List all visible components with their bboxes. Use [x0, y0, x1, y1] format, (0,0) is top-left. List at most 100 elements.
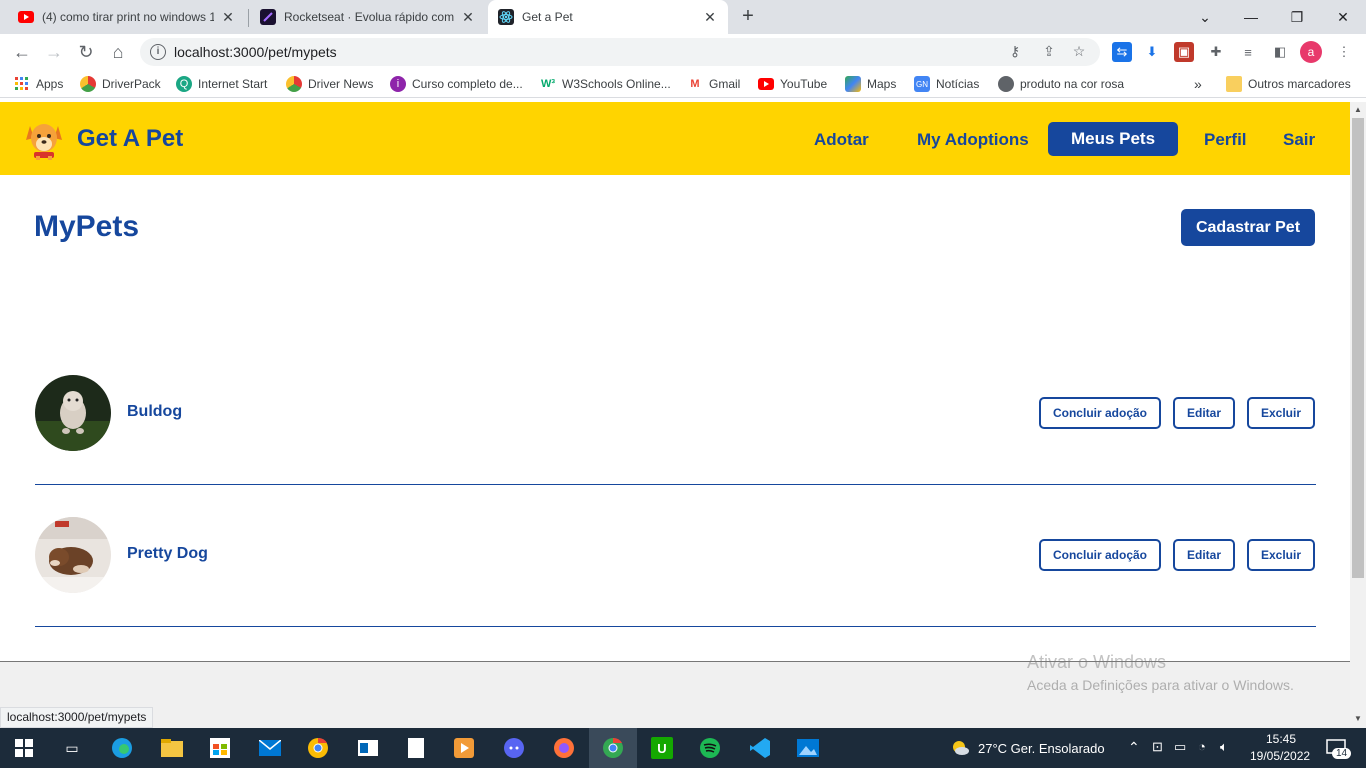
- edge-icon[interactable]: [108, 734, 136, 762]
- restore-icon[interactable]: ❐: [1286, 6, 1308, 28]
- home-icon[interactable]: ⌂: [106, 40, 130, 64]
- page-title: MyPets: [34, 210, 140, 243]
- media-control-icon[interactable]: ≡: [1238, 42, 1258, 62]
- bookmark-gmail[interactable]: M Gmail: [687, 74, 740, 94]
- nav-meus-pets[interactable]: Meus Pets: [1048, 122, 1178, 156]
- scrollbar-thumb[interactable]: [1352, 118, 1364, 578]
- activate-windows-subtitle: Aceda a Definições para ativar o Windows…: [1027, 677, 1294, 693]
- address-bar[interactable]: i localhost:3000/pet/mypets: [140, 38, 1100, 66]
- browser-menu-icon[interactable]: ⋮: [1334, 42, 1354, 62]
- forward-arrow-icon[interactable]: →: [42, 40, 66, 64]
- weather-sun-icon[interactable]: [946, 734, 974, 762]
- browser-tab-youtube[interactable]: (4) como tirar print no windows 1 ✕: [8, 0, 246, 34]
- spotify-icon[interactable]: [696, 734, 724, 762]
- internet-start-icon: Q: [176, 76, 192, 92]
- vscode-icon[interactable]: [746, 734, 774, 762]
- close-tab-icon[interactable]: ✕: [702, 9, 718, 25]
- pet-name[interactable]: Buldog: [127, 403, 182, 421]
- delete-pet-button[interactable]: Excluir: [1247, 397, 1315, 429]
- discord-icon[interactable]: [500, 734, 528, 762]
- document-icon[interactable]: [402, 734, 430, 762]
- bookmark-youtube[interactable]: YouTube: [758, 74, 827, 94]
- edit-pet-button[interactable]: Editar: [1173, 539, 1235, 571]
- browser-tab-get-a-pet[interactable]: Get a Pet ✕: [488, 0, 728, 34]
- windows-start-icon[interactable]: [10, 734, 38, 762]
- conclude-adoption-button[interactable]: Concluir adoção: [1039, 539, 1161, 571]
- tab-search-icon[interactable]: ⌄: [1194, 6, 1216, 28]
- conclude-adoption-button[interactable]: Concluir adoção: [1039, 397, 1161, 429]
- window-close-icon[interactable]: ✕: [1332, 6, 1354, 28]
- photos-icon[interactable]: [794, 734, 822, 762]
- bookmark-w3schools[interactable]: W³ W3Schools Online...: [540, 74, 671, 94]
- close-tab-icon[interactable]: ✕: [460, 9, 476, 25]
- chrome-taskbar-icon[interactable]: [304, 734, 332, 762]
- globe-icon: [998, 76, 1014, 92]
- task-view-icon[interactable]: ▭: [58, 734, 86, 762]
- bookmark-driverpack[interactable]: DriverPack: [80, 74, 161, 94]
- video-extension-icon[interactable]: ▣: [1174, 42, 1194, 62]
- share-icon[interactable]: ⇪: [1040, 42, 1058, 60]
- bookmark-noticias[interactable]: GN Notícias: [914, 74, 979, 94]
- nav-adotar[interactable]: Adotar: [814, 130, 869, 150]
- reload-icon[interactable]: ↻: [74, 40, 98, 64]
- dog-logo-icon[interactable]: [24, 118, 64, 160]
- key-icon[interactable]: ⚷: [1006, 42, 1024, 60]
- nav-my-adoptions[interactable]: My Adoptions: [917, 130, 1029, 150]
- delete-pet-button[interactable]: Excluir: [1247, 539, 1315, 571]
- volume-icon[interactable]: 🔈︎: [1220, 739, 1228, 755]
- minimize-icon[interactable]: —: [1240, 6, 1262, 28]
- news-app-icon[interactable]: [354, 734, 382, 762]
- bookmark-maps[interactable]: Maps: [845, 74, 896, 94]
- bookmark-curso[interactable]: i Curso completo de...: [390, 74, 523, 94]
- firefox-icon[interactable]: [550, 734, 578, 762]
- driverpack-icon: [80, 76, 96, 92]
- upwork-icon[interactable]: U: [648, 734, 676, 762]
- clock-time[interactable]: 15:45: [1266, 732, 1296, 746]
- browser-tab-rocketseat[interactable]: Rocketseat · Evolua rápido como ✕: [250, 0, 486, 34]
- translate-extension-icon[interactable]: ⇆: [1112, 42, 1132, 62]
- activate-windows-title: Ativar o Windows: [1027, 652, 1167, 672]
- pet-row: Pretty Dog Concluir adoção Editar Exclui…: [35, 517, 1316, 627]
- other-bookmarks[interactable]: Outros marcadores: [1226, 74, 1351, 94]
- nav-perfil[interactable]: Perfil: [1204, 130, 1247, 150]
- tray-network-icon[interactable]: ⊡: [1152, 739, 1163, 755]
- tab-title: Rocketseat · Evolua rápido como: [284, 10, 454, 24]
- tray-expand-icon[interactable]: ⌃: [1128, 739, 1140, 756]
- chrome-active-icon[interactable]: [599, 734, 627, 762]
- back-arrow-icon[interactable]: ←: [10, 40, 34, 64]
- download-icon[interactable]: ⬇: [1142, 42, 1162, 62]
- new-tab-button[interactable]: +: [738, 6, 758, 27]
- star-icon[interactable]: ☆: [1070, 42, 1088, 60]
- profile-avatar[interactable]: a: [1300, 41, 1322, 63]
- bookmarks-overflow-icon[interactable]: »: [1194, 74, 1202, 94]
- clock-date[interactable]: 19/05/2022: [1250, 749, 1310, 763]
- edit-pet-button[interactable]: Editar: [1173, 397, 1235, 429]
- pet-name[interactable]: Pretty Dog: [127, 545, 208, 563]
- store-icon[interactable]: [206, 734, 234, 762]
- notification-count-badge: 14: [1332, 748, 1352, 759]
- youtube-icon: [18, 9, 34, 25]
- bookmark-apps[interactable]: Apps: [14, 74, 63, 94]
- video-editor-icon[interactable]: [450, 734, 478, 762]
- extensions-puzzle-icon[interactable]: ✚: [1206, 42, 1226, 62]
- side-panel-icon[interactable]: ◧: [1270, 42, 1290, 62]
- mail-icon[interactable]: [256, 734, 284, 762]
- scroll-up-icon[interactable]: ▲: [1353, 105, 1363, 115]
- page-scrollbar[interactable]: ▲ ▼: [1350, 102, 1366, 728]
- scroll-down-icon[interactable]: ▼: [1353, 714, 1363, 724]
- weather-text[interactable]: 27°C Ger. Ensolarado: [978, 741, 1105, 756]
- bookmark-label: Apps: [36, 77, 64, 91]
- close-tab-icon[interactable]: ✕: [220, 9, 236, 25]
- file-explorer-icon[interactable]: [158, 734, 186, 762]
- battery-icon[interactable]: ▭: [1174, 739, 1186, 755]
- site-info-icon[interactable]: i: [150, 44, 166, 60]
- bookmark-produto[interactable]: produto na cor rosa: [998, 74, 1124, 94]
- brand-name[interactable]: Get A Pet: [77, 125, 183, 153]
- address-url[interactable]: localhost:3000/pet/mypets: [174, 44, 337, 60]
- register-pet-button[interactable]: Cadastrar Pet: [1181, 209, 1315, 246]
- bookmark-internet-start[interactable]: Q Internet Start: [176, 74, 267, 94]
- bookmark-driver-news[interactable]: Driver News: [286, 74, 373, 94]
- nav-sair[interactable]: Sair: [1283, 130, 1315, 150]
- driver-news-icon: [286, 76, 302, 92]
- wifi-icon[interactable]: ◔: [1198, 739, 1206, 754]
